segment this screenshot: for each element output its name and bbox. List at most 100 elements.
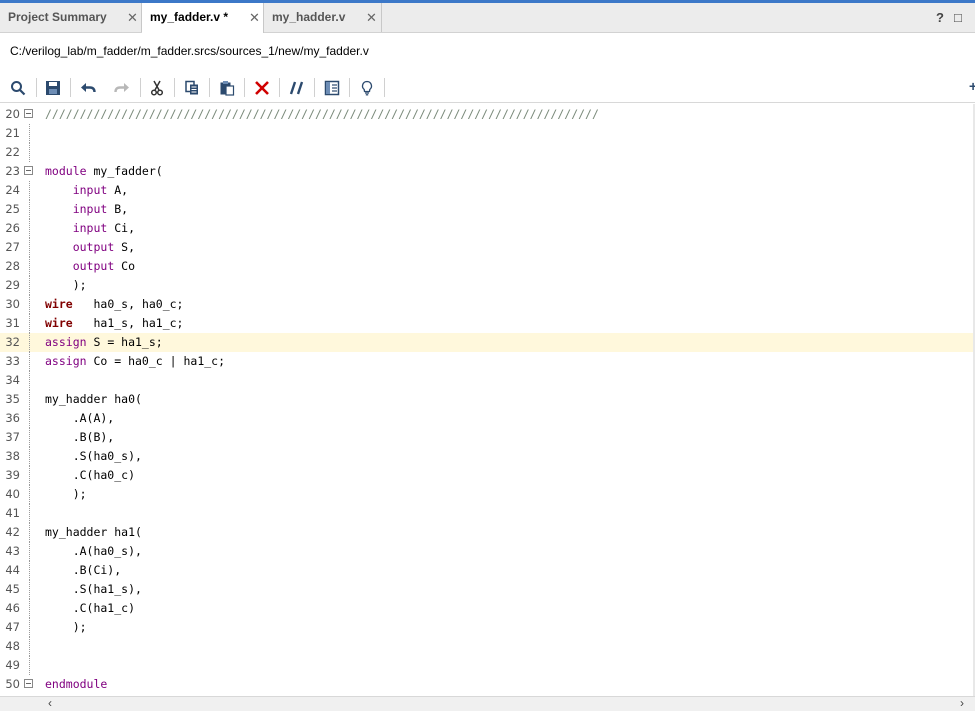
- fold-guide: [29, 656, 30, 675]
- code-line[interactable]: 24 input A,: [0, 181, 975, 200]
- fold-guide: [29, 371, 30, 390]
- tab-my-fadder[interactable]: my_fadder.v * ✕: [142, 3, 264, 33]
- code-line[interactable]: 33 assign Co = ha0_c | ha1_c;: [0, 352, 975, 371]
- comment-toggle-icon[interactable]: [287, 78, 307, 98]
- code-line[interactable]: 49: [0, 656, 975, 675]
- file-path: C:/verilog_lab/m_fadder/m_fadder.srcs/so…: [10, 44, 369, 58]
- tab-my-hadder[interactable]: my_hadder.v ✕: [264, 3, 382, 32]
- fold-guide: [29, 561, 30, 580]
- code-line[interactable]: 31 wire ha1_s, ha1_c;: [0, 314, 975, 333]
- search-icon[interactable]: [8, 78, 28, 98]
- code-line[interactable]: 50 endmodule: [0, 675, 975, 694]
- fold-guide: [29, 314, 30, 333]
- fold-guide: [29, 333, 30, 352]
- tab-project-summary[interactable]: Project Summary ✕: [0, 3, 142, 32]
- code-line[interactable]: 32 assign S = ha1_s;: [0, 333, 975, 352]
- code-line[interactable]: 21: [0, 124, 975, 143]
- horizontal-scrollbar[interactable]: ‹ ›: [0, 696, 975, 711]
- code-line[interactable]: 48: [0, 637, 975, 656]
- code-text: output S,: [72, 240, 136, 254]
- toolbar-separator: [384, 78, 385, 97]
- line-number: 24: [5, 183, 20, 197]
- fold-guide: [29, 352, 30, 371]
- fold-guide: [29, 257, 30, 276]
- tab-label: my_hadder.v: [272, 10, 346, 24]
- code-line[interactable]: 25 input B,: [0, 200, 975, 219]
- line-number: 44: [5, 563, 20, 577]
- code-line[interactable]: 43 .A(ha0_s),: [0, 542, 975, 561]
- code-text: );: [45, 620, 87, 634]
- code-text: input A,: [72, 183, 129, 197]
- undo-icon[interactable]: [78, 78, 98, 98]
- code-line[interactable]: 37 .B(B),: [0, 428, 975, 447]
- toolbar-separator: [244, 78, 245, 97]
- restore-window-icon[interactable]: □: [954, 10, 962, 25]
- fold-guide: [29, 599, 30, 618]
- fold-guide: [29, 428, 30, 447]
- code-line[interactable]: 36 .A(A),: [0, 409, 975, 428]
- code-line[interactable]: 41: [0, 504, 975, 523]
- code-text: assign Co = ha0_c | ha1_c;: [45, 354, 226, 368]
- help-icon[interactable]: ?: [936, 10, 944, 25]
- code-line[interactable]: 28 output Co: [0, 257, 975, 276]
- code-line[interactable]: 23 module my_fadder(: [0, 162, 975, 181]
- fold-guide: [29, 409, 30, 428]
- code-text: input Ci,: [72, 221, 136, 235]
- save-icon[interactable]: [43, 78, 63, 98]
- code-line[interactable]: 35 my_hadder ha0(: [0, 390, 975, 409]
- code-line[interactable]: 34: [0, 371, 975, 390]
- paste-icon[interactable]: [217, 78, 237, 98]
- cut-icon[interactable]: [147, 78, 167, 98]
- fold-toggle-icon[interactable]: [24, 679, 33, 688]
- toolbar-separator: [314, 78, 315, 97]
- toolbar-separator: [279, 78, 280, 97]
- code-text: .B(B),: [45, 430, 115, 444]
- code-text: wire ha0_s, ha0_c;: [45, 297, 184, 311]
- code-line[interactable]: 22: [0, 143, 975, 162]
- close-icon[interactable]: ✕: [366, 10, 377, 26]
- code-text: .S(ha0_s),: [45, 449, 142, 463]
- copy-icon[interactable]: [182, 78, 202, 98]
- fold-guide: [29, 219, 30, 238]
- code-line[interactable]: 26 input Ci,: [0, 219, 975, 238]
- delete-icon[interactable]: [252, 78, 272, 98]
- lightbulb-icon[interactable]: [357, 78, 377, 98]
- toolbar-separator: [140, 78, 141, 97]
- editor-toolbar: +: [0, 72, 975, 103]
- split-view-icon[interactable]: [322, 78, 342, 98]
- code-line[interactable]: 40 );: [0, 485, 975, 504]
- line-number: 35: [5, 392, 20, 406]
- code-editor[interactable]: 20 //////////////////////////////////////…: [0, 104, 975, 696]
- scroll-left-icon[interactable]: ‹: [48, 696, 52, 710]
- redo-icon[interactable]: [112, 78, 132, 98]
- code-line[interactable]: 38 .S(ha0_s),: [0, 447, 975, 466]
- code-line[interactable]: 47 );: [0, 618, 975, 637]
- code-line[interactable]: 44 .B(Ci),: [0, 561, 975, 580]
- code-line[interactable]: 46 .C(ha1_c): [0, 599, 975, 618]
- line-number: 29: [5, 278, 20, 292]
- line-number: 20: [5, 107, 20, 121]
- code-line[interactable]: 42 my_hadder ha1(: [0, 523, 975, 542]
- code-text: .S(ha1_s),: [45, 582, 142, 596]
- line-number: 23: [5, 164, 20, 178]
- close-icon[interactable]: ✕: [249, 10, 260, 26]
- fold-toggle-icon[interactable]: [24, 166, 33, 175]
- code-text: my_hadder ha0(: [45, 392, 142, 406]
- fold-guide: [29, 276, 30, 295]
- scroll-right-icon[interactable]: ›: [960, 696, 964, 710]
- toolbar-separator: [349, 78, 350, 97]
- line-number: 48: [5, 639, 20, 653]
- fold-toggle-icon[interactable]: [24, 109, 33, 118]
- code-line[interactable]: 29 );: [0, 276, 975, 295]
- close-icon[interactable]: ✕: [127, 10, 138, 26]
- code-line[interactable]: 30 wire ha0_s, ha0_c;: [0, 295, 975, 314]
- code-line[interactable]: 27 output S,: [0, 238, 975, 257]
- fold-guide: [29, 618, 30, 637]
- toolbar-overflow-icon[interactable]: +: [969, 78, 975, 94]
- code-line[interactable]: 45 .S(ha1_s),: [0, 580, 975, 599]
- code-line[interactable]: 20 //////////////////////////////////////…: [0, 105, 975, 124]
- code-text: assign S = ha1_s;: [45, 335, 163, 349]
- line-number: 38: [5, 449, 20, 463]
- code-line[interactable]: 39 .C(ha0_c): [0, 466, 975, 485]
- fold-guide: [29, 124, 30, 143]
